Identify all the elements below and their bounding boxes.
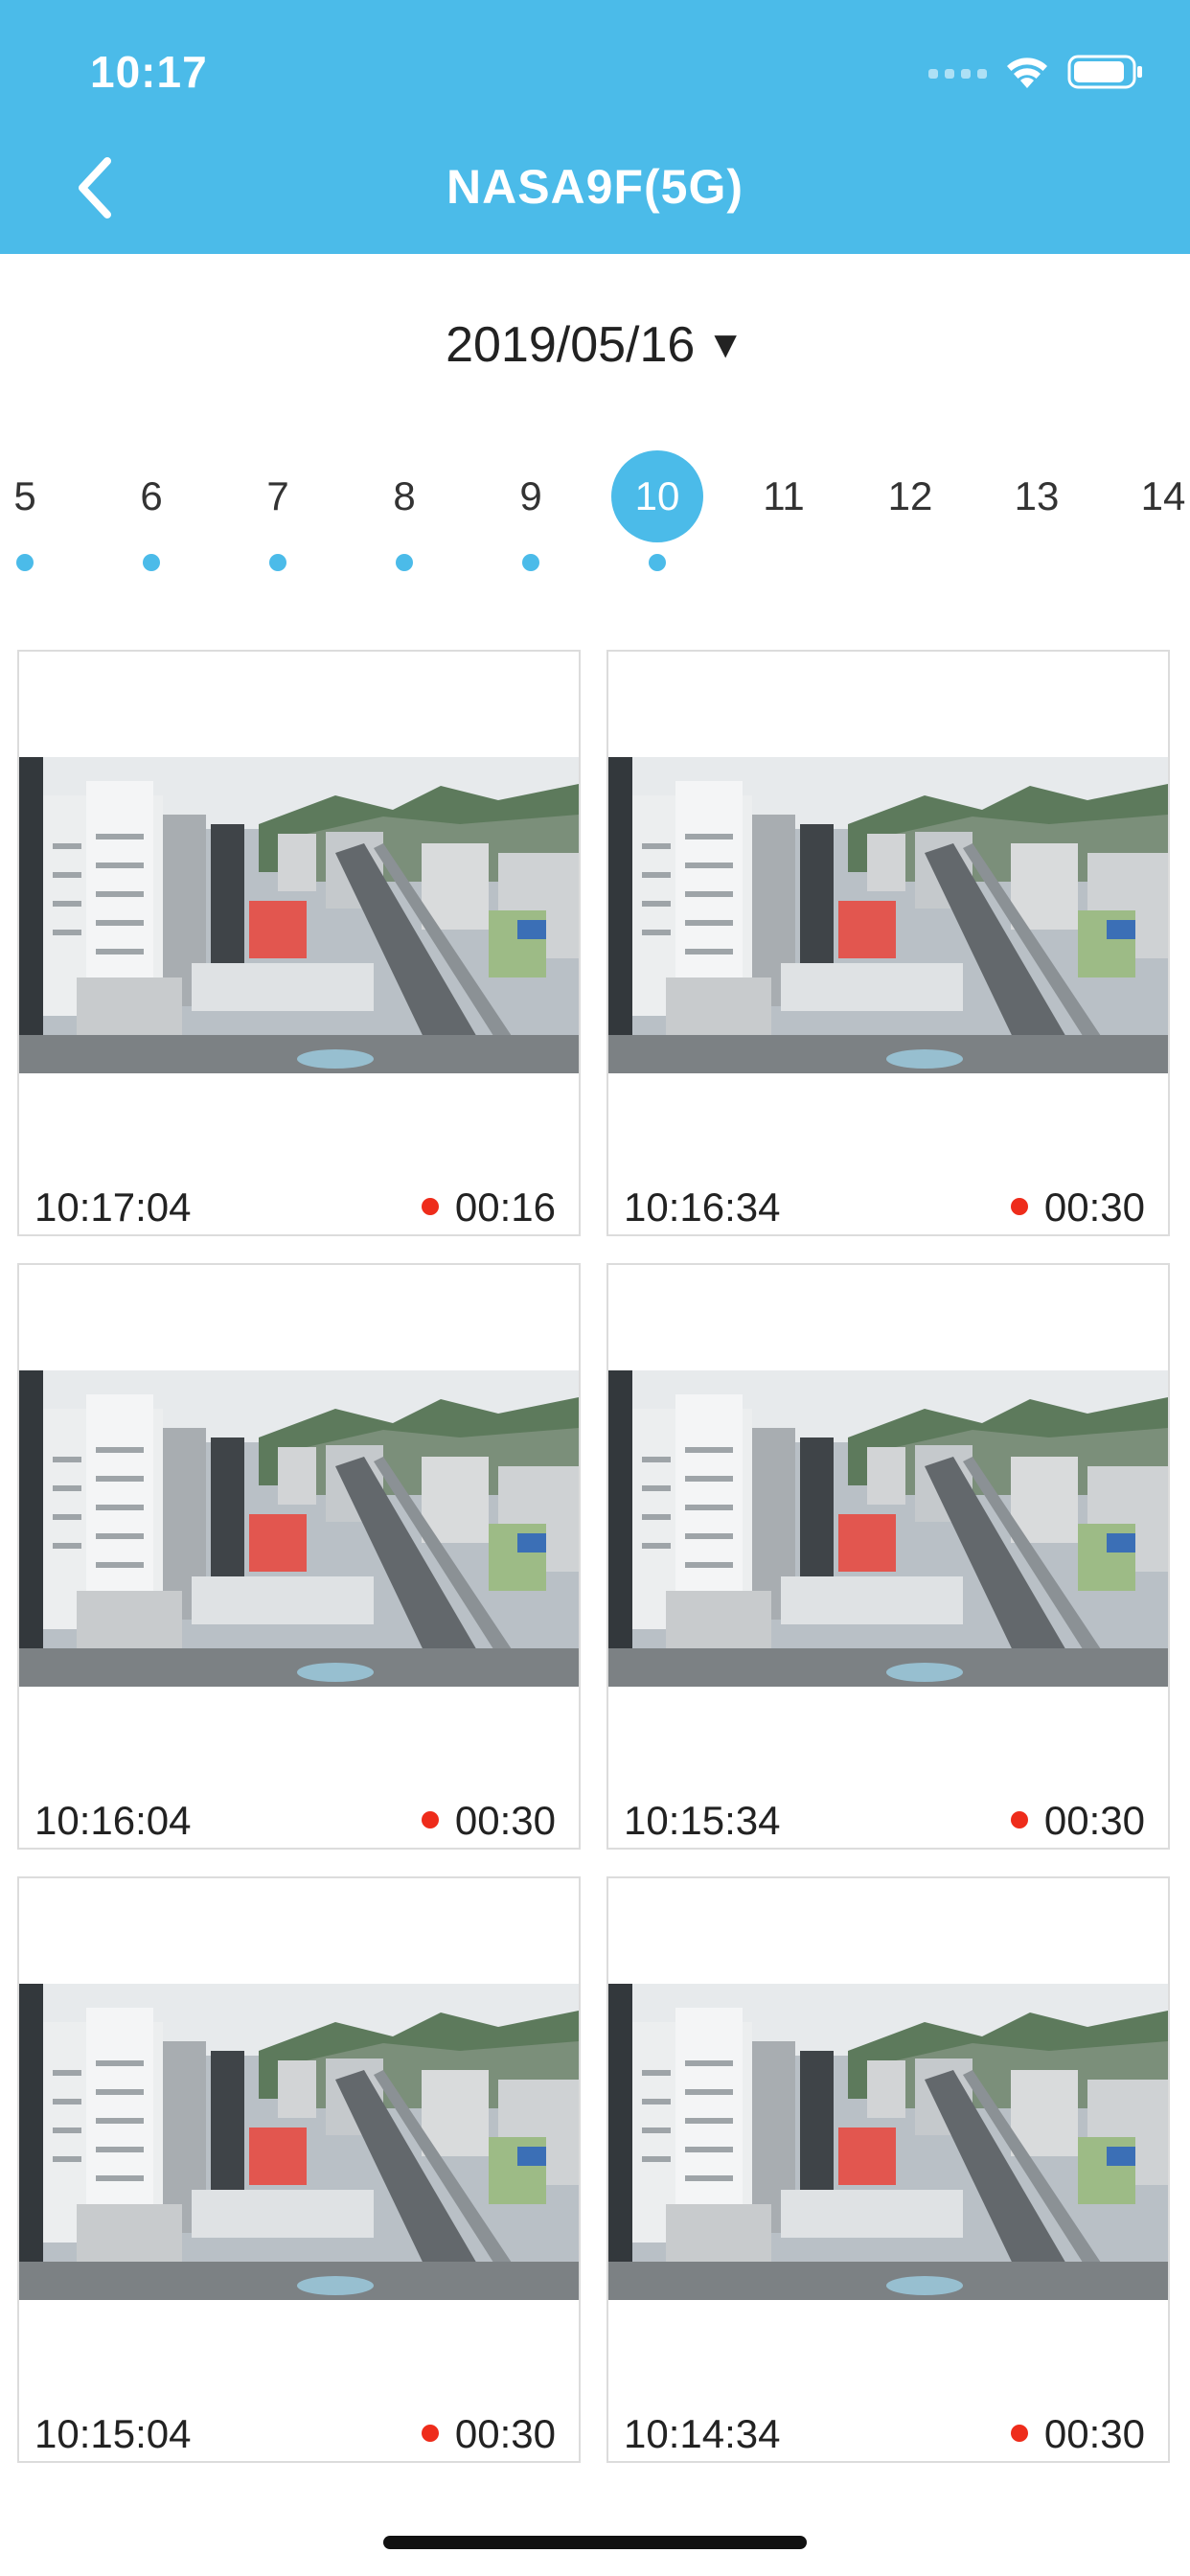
recording-indicator-dot [16,554,34,571]
day-item[interactable]: 5 [0,450,73,575]
recording-indicator-dot [269,554,286,571]
day-number: 8 [393,473,416,518]
recording-card[interactable]: 10:14:34 00:30 [606,1876,1170,2463]
page-title: NASA9F(5G) [446,160,744,214]
recording-thumbnail [608,757,1168,1073]
recording-indicator-dot [143,554,160,571]
day-item[interactable]: 7 [230,450,326,575]
day-item[interactable]: 9 [483,450,579,575]
recording-time: 10:15:04 [34,2411,192,2456]
recording-indicator-dot [522,554,539,571]
day-number: 10 [611,450,703,542]
recording-thumbnail [19,1370,579,1687]
day-strip[interactable]: 5 6 7 8 9 10 11 12 13 14 [0,450,1190,585]
day-number: 6 [140,473,163,518]
day-number: 7 [266,473,289,518]
recording-time: 10:17:04 [34,1184,192,1230]
recording-dot-icon [1011,1811,1028,1828]
recording-indicator-dot [396,554,413,571]
day-number: 12 [887,473,933,518]
recording-duration: 00:30 [454,1798,556,1843]
day-number: 14 [1140,473,1186,518]
recording-duration: 00:30 [1043,1798,1145,1843]
status-time: 10:17 [90,47,208,97]
day-item[interactable]: 12 [862,450,958,575]
recording-dot-icon [422,2425,439,2442]
day-item[interactable]: 8 [356,450,452,575]
home-indicator[interactable] [383,2536,807,2549]
recording-dot-icon [1011,1198,1028,1215]
recording-card[interactable]: 10:15:04 00:30 [17,1876,581,2463]
day-item-selected[interactable]: 10 [609,450,705,575]
recording-card[interactable]: 10:16:34 00:30 [606,650,1170,1236]
recording-thumbnail [19,1984,579,2300]
recording-thumbnail [19,757,579,1073]
day-number: 9 [519,473,542,518]
day-item[interactable]: 14 [1115,450,1190,575]
recording-thumbnail [608,1370,1168,1687]
recording-card[interactable]: 10:16:04 00:30 [17,1263,581,1850]
date-picker[interactable]: 2019/05/16 ▼ [0,316,1190,374]
recording-time: 10:16:34 [624,1184,781,1230]
day-item[interactable]: 13 [989,450,1085,575]
battery-icon [1067,54,1144,90]
app-header: 10:17 NASA9F(5G) [0,0,1190,254]
recording-dot-icon [422,1198,439,1215]
recording-thumbnail [608,1984,1168,2300]
recording-card[interactable]: 10:15:34 00:30 [606,1263,1170,1850]
recording-time: 10:14:34 [624,2411,781,2456]
cellular-signal-icon [928,65,987,79]
day-number: 11 [763,473,805,518]
recording-duration: 00:30 [1043,1184,1145,1230]
status-icons [928,48,1144,96]
recording-duration: 00:16 [454,1184,556,1230]
recording-dot-icon [422,1811,439,1828]
recording-duration: 00:30 [454,2411,556,2456]
date-label: 2019/05/16 [446,317,696,373]
recording-time: 10:16:04 [34,1798,192,1843]
recording-time: 10:15:34 [624,1798,781,1843]
dropdown-caret-icon: ▼ [706,324,744,366]
day-number: 13 [1014,473,1060,518]
day-item[interactable]: 11 [736,450,832,575]
recording-duration: 00:30 [1043,2411,1145,2456]
recording-indicator-dot [649,554,666,571]
recording-dot-icon [1011,2425,1028,2442]
wifi-icon [1004,54,1050,90]
day-number: 5 [13,473,36,518]
recording-card[interactable]: 10:17:04 00:16 [17,650,581,1236]
day-item[interactable]: 6 [103,450,199,575]
